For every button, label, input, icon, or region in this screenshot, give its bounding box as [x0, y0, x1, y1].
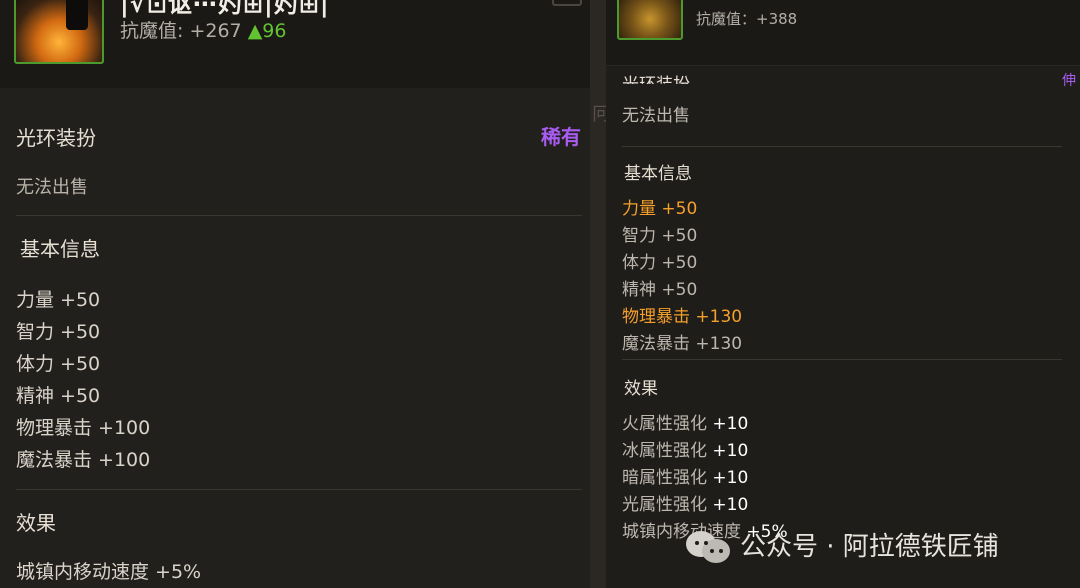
- basic-info-heading: 基本信息: [20, 237, 100, 261]
- effect-value: +10: [712, 414, 749, 434]
- stat-strength: 力量 +50: [16, 289, 101, 311]
- effect-label: 暗属性强化: [622, 468, 713, 488]
- watermark-text: 公众号 · 阿拉德铁匠铺: [740, 532, 999, 562]
- divider: [16, 215, 582, 216]
- stat-magic-crit: 魔法暴击 +100: [16, 449, 151, 471]
- effect-label: 光属性强化: [622, 495, 713, 515]
- stat-physical-crit: 物理暴击 +130: [622, 302, 742, 327]
- effect-value: +10: [712, 441, 749, 461]
- stat-intelligence: 智力 +50: [16, 321, 101, 343]
- stat-value: +50: [661, 280, 698, 300]
- effect-town-speed: 城镇内移动速度 +5%: [16, 561, 202, 583]
- trade-status: 无法出售: [16, 177, 88, 198]
- divider: [622, 359, 1062, 360]
- watermark: 公众号 · 阿拉德铁匠铺: [686, 526, 999, 563]
- stat-value: +130: [695, 334, 743, 354]
- stat-spirit: 精神 +50: [622, 275, 697, 300]
- character-figure-icon: [66, 0, 88, 30]
- effect-fire-enhance: 火属性强化 +10: [622, 409, 748, 434]
- magic-resist: 抗魔值：+388: [696, 10, 798, 28]
- effects-heading: 效果: [16, 511, 56, 535]
- stat-strength: 力量 +50: [622, 194, 697, 219]
- stat-label: 物理暴击: [622, 307, 696, 327]
- magic-resist-value: 抗魔值: +267: [120, 20, 242, 42]
- stat-label: 力量: [622, 199, 662, 219]
- stat-label: 魔法暴击: [622, 334, 696, 354]
- effect-ice-enhance: 冰属性强化 +10: [622, 436, 748, 461]
- trade-status: 无法出售: [622, 106, 690, 126]
- stat-label: 智力: [622, 226, 662, 246]
- close-button[interactable]: [552, 0, 582, 6]
- item-icon[interactable]: [14, 0, 104, 64]
- effect-label: 火属性强化: [622, 414, 713, 434]
- stat-label: 体力: [622, 253, 662, 273]
- stat-value: +50: [661, 226, 698, 246]
- effect-dark-enhance: 暗属性强化 +10: [622, 463, 748, 488]
- effect-light-enhance: 光属性强化 +10: [622, 490, 748, 515]
- effect-value: +10: [712, 468, 749, 488]
- stat-label: 精神: [622, 280, 662, 300]
- panel-gap: [590, 0, 606, 588]
- stat-vitality: 体力 +50: [622, 248, 697, 273]
- stat-vitality: 体力 +50: [16, 353, 101, 375]
- divider: [622, 146, 1062, 147]
- slot-name: 光环装扮: [622, 64, 742, 84]
- stat-physical-crit: 物理暴击 +100: [16, 417, 151, 439]
- effect-value: +10: [712, 495, 749, 515]
- stat-value: +50: [661, 199, 698, 219]
- rarity-badge: 伸: [1062, 73, 1076, 89]
- stat-value: +50: [661, 253, 698, 273]
- item-icon[interactable]: [617, 0, 683, 40]
- slot-name: 光环装扮: [16, 126, 96, 150]
- magic-resist-delta: ▲96: [247, 20, 287, 42]
- stat-magic-crit: 魔法暴击 +130: [622, 329, 742, 354]
- stat-spirit: 精神 +50: [16, 385, 101, 407]
- wechat-icon: [686, 527, 732, 563]
- effect-label: 冰属性强化: [622, 441, 713, 461]
- effects-heading: 效果: [624, 379, 658, 399]
- basic-info-heading: 基本信息: [624, 164, 692, 184]
- magic-resist: 抗魔值: +267 ▲96: [120, 16, 286, 43]
- stat-value: +130: [695, 307, 743, 327]
- divider: [16, 489, 582, 490]
- rarity-badge: 稀有: [541, 125, 581, 149]
- slot-name-text: 光环装扮: [622, 70, 690, 84]
- stat-intelligence: 智力 +50: [622, 221, 697, 246]
